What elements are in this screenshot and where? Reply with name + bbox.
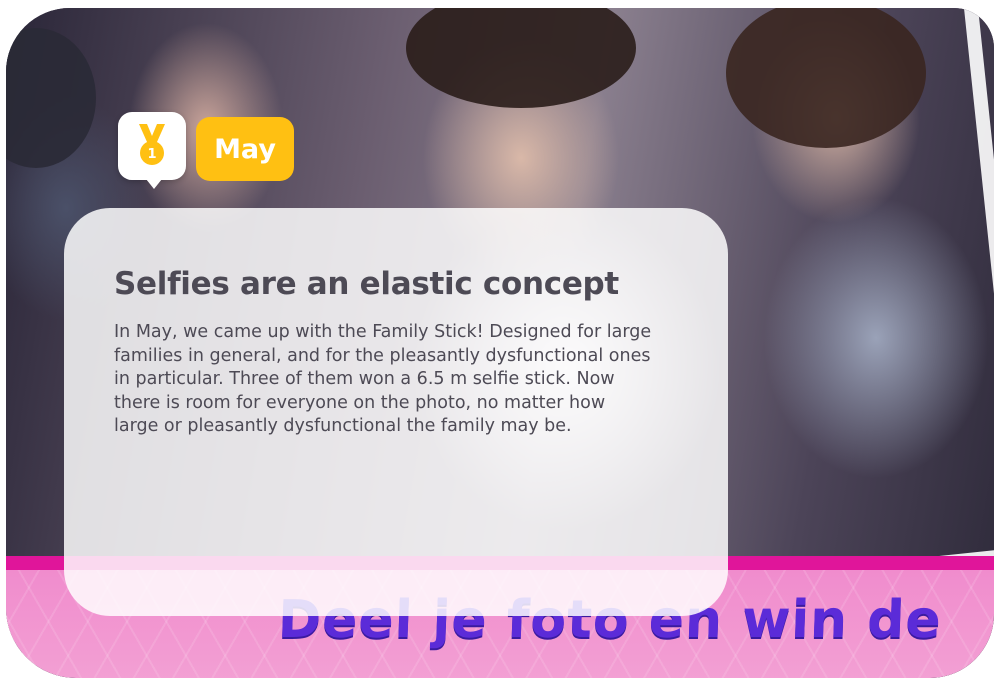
photo-hair-shape xyxy=(406,8,636,108)
card-title: Selfies are an elastic concept xyxy=(114,266,619,302)
medal-icon: 1 xyxy=(139,124,165,165)
medal-number: 1 xyxy=(147,147,156,162)
photo-hair-shape xyxy=(726,8,926,148)
month-badge: May xyxy=(196,117,294,181)
photo-hair-shape xyxy=(6,28,96,168)
card-body: In May, we came up with the Family Stick… xyxy=(114,322,652,436)
medal-badge: 1 xyxy=(118,112,186,189)
